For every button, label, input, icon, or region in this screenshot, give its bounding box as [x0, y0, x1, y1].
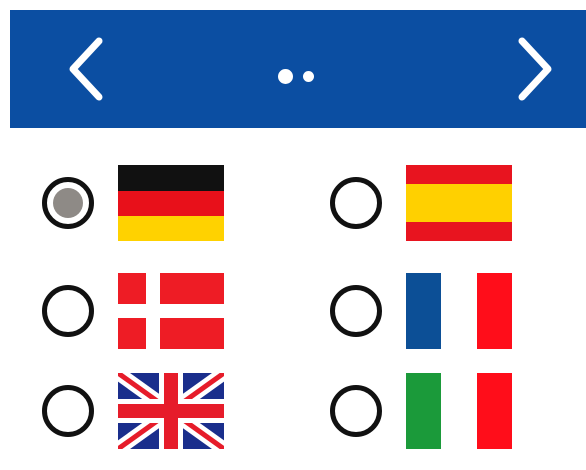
chevron-left-icon: [69, 37, 103, 101]
page-indicator: [278, 66, 338, 86]
page-dot: [303, 70, 314, 82]
france-flag-icon: [406, 273, 512, 349]
radio-button[interactable]: [330, 385, 382, 437]
radio-button[interactable]: [330, 177, 382, 229]
radio-button[interactable]: [330, 285, 382, 337]
radio-selected-dot: [53, 188, 83, 218]
next-button[interactable]: [491, 10, 581, 128]
united-kingdom-flag-icon: [118, 373, 224, 449]
radio-button[interactable]: [42, 177, 94, 229]
chevron-right-icon: [518, 37, 552, 101]
radio-button[interactable]: [42, 385, 94, 437]
language-option-danish[interactable]: [42, 268, 224, 354]
language-option-italian[interactable]: [330, 368, 512, 454]
top-navigation-bar: [10, 10, 586, 128]
denmark-flag-icon: [118, 273, 224, 349]
language-option-english[interactable]: [42, 368, 224, 454]
language-option-german[interactable]: [42, 160, 224, 246]
language-option-french[interactable]: [330, 268, 512, 354]
page-dot: [278, 68, 293, 84]
radio-button[interactable]: [42, 285, 94, 337]
italy-flag-icon: [406, 373, 512, 449]
previous-button[interactable]: [40, 10, 130, 128]
language-option-spanish[interactable]: [330, 160, 512, 246]
germany-flag-icon: [118, 165, 224, 241]
spain-flag-icon: [406, 165, 512, 241]
language-options: [10, 128, 586, 470]
